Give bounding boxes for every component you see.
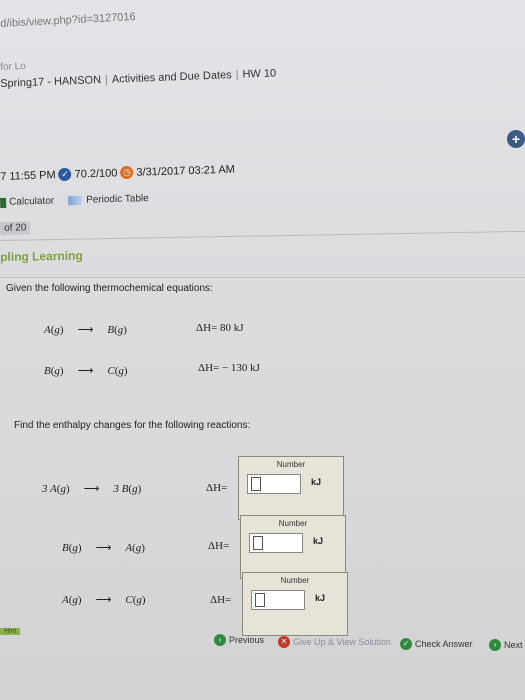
arrow-left-icon: ‹ (214, 634, 226, 646)
question-counter: of 20 (0, 221, 31, 235)
previous-button[interactable]: ‹ Previous (214, 634, 264, 646)
arrow-right-icon: › (489, 639, 501, 651)
given-dh-2: ΔH= − 130 kJ (198, 362, 260, 374)
given-prompt: Given the following thermochemical equat… (6, 283, 213, 294)
time-text: 7 11:55 PM (0, 168, 56, 183)
enthalpy-input-1[interactable] (247, 474, 301, 494)
unit-label: kJ (311, 477, 322, 487)
reaction-equation-1: 3 A(g) ⟶ 3 B(g) (42, 483, 142, 495)
divider (0, 277, 525, 278)
input-cursor (255, 593, 265, 607)
unit-label: kJ (315, 593, 326, 603)
given-equation-2: B(g) ⟶ C(g) (44, 365, 128, 377)
give-up-button[interactable]: ✕ Give Up & View Solution (278, 636, 391, 648)
breadcrumb-separator: | (104, 73, 109, 86)
breadcrumb-separator: | (235, 68, 239, 81)
due-date-text: 3/31/2017 03:21 AM (136, 163, 236, 179)
check-icon: ✓ (400, 638, 412, 650)
calculator-icon (0, 197, 7, 208)
number-label: Number (278, 519, 308, 528)
brand-logo: pling Learning (0, 248, 83, 264)
periodic-table-link[interactable]: Periodic Table (86, 193, 149, 206)
breadcrumb: Spring17 - HANSON | Activities and Due Dat… (0, 67, 276, 90)
number-answer-box-1: Number kJ (238, 456, 344, 520)
reaction-dh-label-2: ΔH= (208, 540, 230, 552)
tools-bar: Calculator Periodic Table (0, 193, 149, 208)
reaction-dh-label-3: ΔH= (210, 594, 232, 606)
number-label: Number (280, 576, 310, 585)
url-bar-text[interactable]: d/ibis/view.php?id=3127016 (0, 11, 136, 30)
find-prompt: Find the enthalpy changes for the follow… (14, 420, 251, 431)
expand-plus-button[interactable]: + (507, 130, 525, 148)
given-dh-1: ΔH= 80 kJ (196, 322, 244, 334)
next-button[interactable]: › Next (489, 639, 523, 651)
number-label: Number (276, 460, 306, 469)
calculator-link[interactable]: Calculator (9, 196, 54, 208)
input-cursor (253, 536, 263, 550)
reaction-equation-2: B(g) ⟶ A(g) (62, 542, 145, 554)
reaction-dh-label-1: ΔH= (206, 482, 228, 494)
status-bar: 7 11:55 PM ✓ 70.2/100 ◷ 3/31/2017 03:21 … (0, 163, 235, 183)
breadcrumb-course[interactable]: Spring17 - HANSON (0, 74, 101, 90)
score-icon: ✓ (58, 167, 72, 182)
score-text: 70.2/100 (74, 166, 118, 181)
clock-icon: ◷ (120, 165, 134, 180)
for-label: for Lo (0, 60, 27, 73)
input-cursor (251, 477, 261, 491)
reaction-equation-3: A(g) ⟶ C(g) (62, 594, 146, 606)
periodic-table-icon (68, 195, 83, 206)
given-equation-1: A(g) ⟶ B(g) (44, 324, 127, 336)
number-answer-box-2: Number kJ (240, 515, 346, 579)
unit-label: kJ (313, 536, 324, 546)
enthalpy-input-2[interactable] (249, 533, 303, 553)
breadcrumb-assignment[interactable]: HW 10 (242, 67, 276, 80)
breadcrumb-activities[interactable]: Activities and Due Dates (112, 69, 232, 86)
give-up-icon: ✕ (278, 636, 290, 648)
footer-actions: ‹ Previous ✕ Give Up & View Solution ✓ Chec… (0, 626, 525, 656)
check-answer-button[interactable]: ✓ Check Answer (400, 638, 473, 650)
enthalpy-input-3[interactable] (251, 590, 305, 610)
divider (0, 230, 525, 241)
